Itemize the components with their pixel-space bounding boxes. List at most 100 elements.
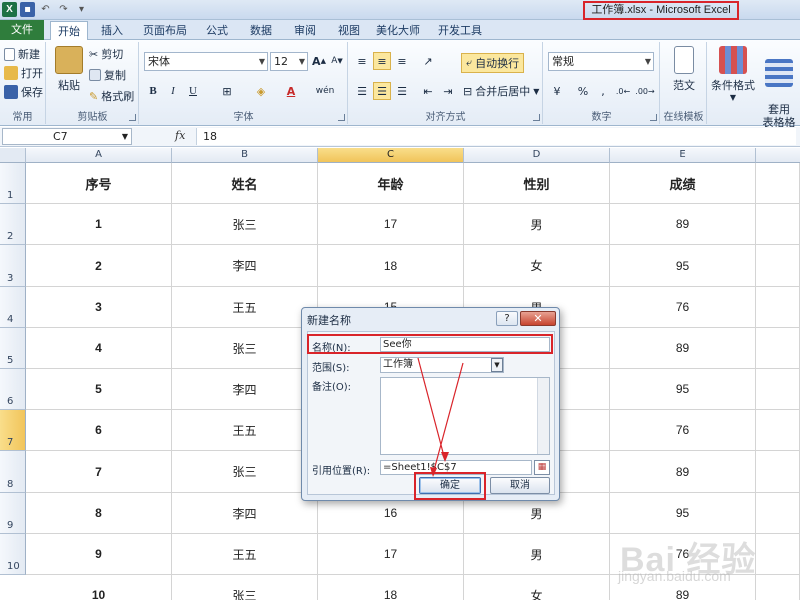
- align-top-icon[interactable]: ≡: [353, 52, 371, 70]
- column-header-c[interactable]: C: [318, 148, 464, 163]
- table-cell[interactable]: [756, 245, 800, 287]
- redo-icon[interactable]: ↷: [56, 2, 71, 17]
- header-cell[interactable]: 性别: [464, 163, 610, 204]
- table-cell[interactable]: 张三: [172, 451, 318, 493]
- table-cell[interactable]: 17: [318, 534, 464, 575]
- comma-style-icon[interactable]: ,: [594, 82, 612, 100]
- table-cell[interactable]: [756, 451, 800, 493]
- table-cell[interactable]: 95: [610, 493, 756, 534]
- table-cell[interactable]: 男: [464, 534, 610, 575]
- grow-font-icon[interactable]: A ▲: [310, 52, 328, 70]
- ok-button[interactable]: 确定: [419, 477, 481, 494]
- table-cell[interactable]: [756, 328, 800, 369]
- row-header[interactable]: 1: [0, 163, 26, 204]
- decrease-decimal-icon[interactable]: .00→: [635, 82, 654, 100]
- table-cell[interactable]: 89: [610, 328, 756, 369]
- table-cell[interactable]: 4: [26, 328, 172, 369]
- align-center-icon[interactable]: ☰: [373, 82, 391, 100]
- row-header[interactable]: 7: [0, 410, 26, 451]
- table-cell[interactable]: 女: [464, 575, 610, 600]
- column-header-b[interactable]: B: [172, 148, 318, 163]
- table-cell[interactable]: 18: [318, 575, 464, 600]
- tab-developer[interactable]: 开发工具: [432, 21, 488, 40]
- alignment-launcher-icon[interactable]: [533, 114, 540, 121]
- align-right-icon[interactable]: ☰: [393, 82, 411, 100]
- table-cell[interactable]: 5: [26, 369, 172, 410]
- help-button[interactable]: ?: [496, 311, 518, 326]
- table-cell[interactable]: 1: [26, 204, 172, 245]
- copy-button[interactable]: 复制: [89, 67, 126, 83]
- table-cell[interactable]: 王五: [172, 410, 318, 451]
- header-cell[interactable]: 成绩: [610, 163, 756, 204]
- orientation-icon[interactable]: ↗: [419, 52, 437, 70]
- row-header[interactable]: 6: [0, 369, 26, 410]
- table-cell[interactable]: 李四: [172, 493, 318, 534]
- table-cell[interactable]: 王五: [172, 287, 318, 328]
- table-cell[interactable]: 10: [26, 575, 172, 600]
- insert-function-icon[interactable]: fx: [175, 129, 185, 142]
- italic-icon[interactable]: I: [164, 82, 182, 100]
- font-size-select[interactable]: 12 ▼: [270, 52, 308, 71]
- phonetic-icon[interactable]: wén: [316, 82, 335, 100]
- table-cell[interactable]: 张三: [172, 575, 318, 600]
- align-left-icon[interactable]: ☰: [353, 82, 371, 100]
- row-header[interactable]: 3: [0, 245, 26, 287]
- reference-input[interactable]: =Sheet1!$C$7: [380, 460, 532, 475]
- table-cell[interactable]: 男: [464, 204, 610, 245]
- tab-page-layout[interactable]: 页面布局: [138, 21, 192, 40]
- table-cell[interactable]: 18: [318, 245, 464, 287]
- row-header[interactable]: 9: [0, 493, 26, 534]
- row-header[interactable]: 4: [0, 287, 26, 328]
- save-icon[interactable]: ▪: [20, 2, 35, 17]
- name-box[interactable]: C7 ▼: [2, 128, 132, 145]
- header-cell[interactable]: 序号: [26, 163, 172, 204]
- row-header[interactable]: 10: [0, 534, 26, 575]
- table-cell[interactable]: [756, 369, 800, 410]
- table-cell[interactable]: 95: [610, 245, 756, 287]
- table-cell[interactable]: [756, 163, 800, 204]
- tab-insert[interactable]: 插入: [94, 21, 130, 40]
- align-bottom-icon[interactable]: ≡: [393, 52, 411, 70]
- increase-decimal-icon[interactable]: .0←: [614, 82, 632, 100]
- table-cell[interactable]: 95: [610, 369, 756, 410]
- table-cell[interactable]: 8: [26, 493, 172, 534]
- save-button[interactable]: 保存: [4, 84, 43, 100]
- tab-beautify[interactable]: 美化大师: [372, 21, 424, 40]
- table-cell[interactable]: 7: [26, 451, 172, 493]
- tab-file[interactable]: 文件: [0, 20, 44, 40]
- scope-select[interactable]: 工作簿: [380, 357, 504, 373]
- cancel-button[interactable]: 取消: [490, 477, 550, 494]
- header-cell[interactable]: 年龄: [318, 163, 464, 204]
- row-header[interactable]: 5: [0, 328, 26, 369]
- open-button[interactable]: 打开: [4, 65, 43, 81]
- clipboard-launcher-icon[interactable]: [129, 114, 136, 121]
- table-cell[interactable]: 女: [464, 245, 610, 287]
- table-cell[interactable]: 张三: [172, 204, 318, 245]
- align-middle-icon[interactable]: ≡: [373, 52, 391, 70]
- conditional-format-button[interactable]: 条件格式 ▼: [710, 46, 756, 102]
- table-cell[interactable]: 张三: [172, 328, 318, 369]
- undo-icon[interactable]: ↶: [38, 2, 53, 17]
- table-cell[interactable]: 王五: [172, 534, 318, 575]
- template-button[interactable]: 范文: [667, 46, 701, 93]
- customize-qat-icon[interactable]: ▾: [74, 2, 89, 17]
- column-header-d[interactable]: D: [464, 148, 610, 163]
- number-launcher-icon[interactable]: [650, 114, 657, 121]
- table-cell[interactable]: [756, 575, 800, 600]
- new-button[interactable]: 新建: [4, 46, 40, 62]
- table-cell[interactable]: 6: [26, 410, 172, 451]
- select-all-corner[interactable]: [0, 148, 26, 163]
- table-cell[interactable]: 76: [610, 287, 756, 328]
- table-cell[interactable]: 76: [610, 410, 756, 451]
- format-painter-button[interactable]: ✎ 格式刷: [89, 88, 134, 104]
- chevron-down-icon[interactable]: ▼: [491, 358, 503, 372]
- tab-view[interactable]: 视图: [330, 21, 368, 40]
- row-header[interactable]: 8: [0, 451, 26, 493]
- table-cell[interactable]: 李四: [172, 369, 318, 410]
- table-cell[interactable]: [756, 493, 800, 534]
- increase-indent-icon[interactable]: ⇥: [439, 82, 457, 100]
- column-header-f[interactable]: [756, 148, 800, 163]
- table-cell[interactable]: 89: [610, 204, 756, 245]
- table-cell[interactable]: 2: [26, 245, 172, 287]
- wrap-text-button[interactable]: ⤶ 自动换行: [461, 53, 525, 73]
